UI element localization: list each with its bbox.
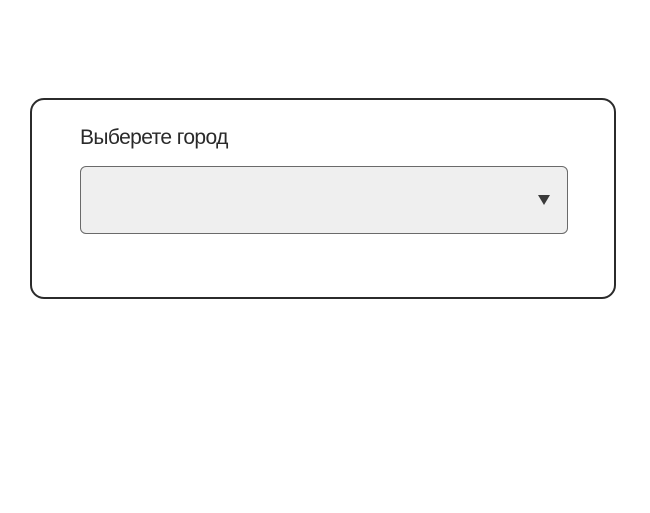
city-select-card: Выберете город <box>30 98 616 299</box>
city-select[interactable] <box>80 166 568 234</box>
city-select-label: Выберете город <box>80 126 228 149</box>
caret-down-icon <box>538 195 550 205</box>
